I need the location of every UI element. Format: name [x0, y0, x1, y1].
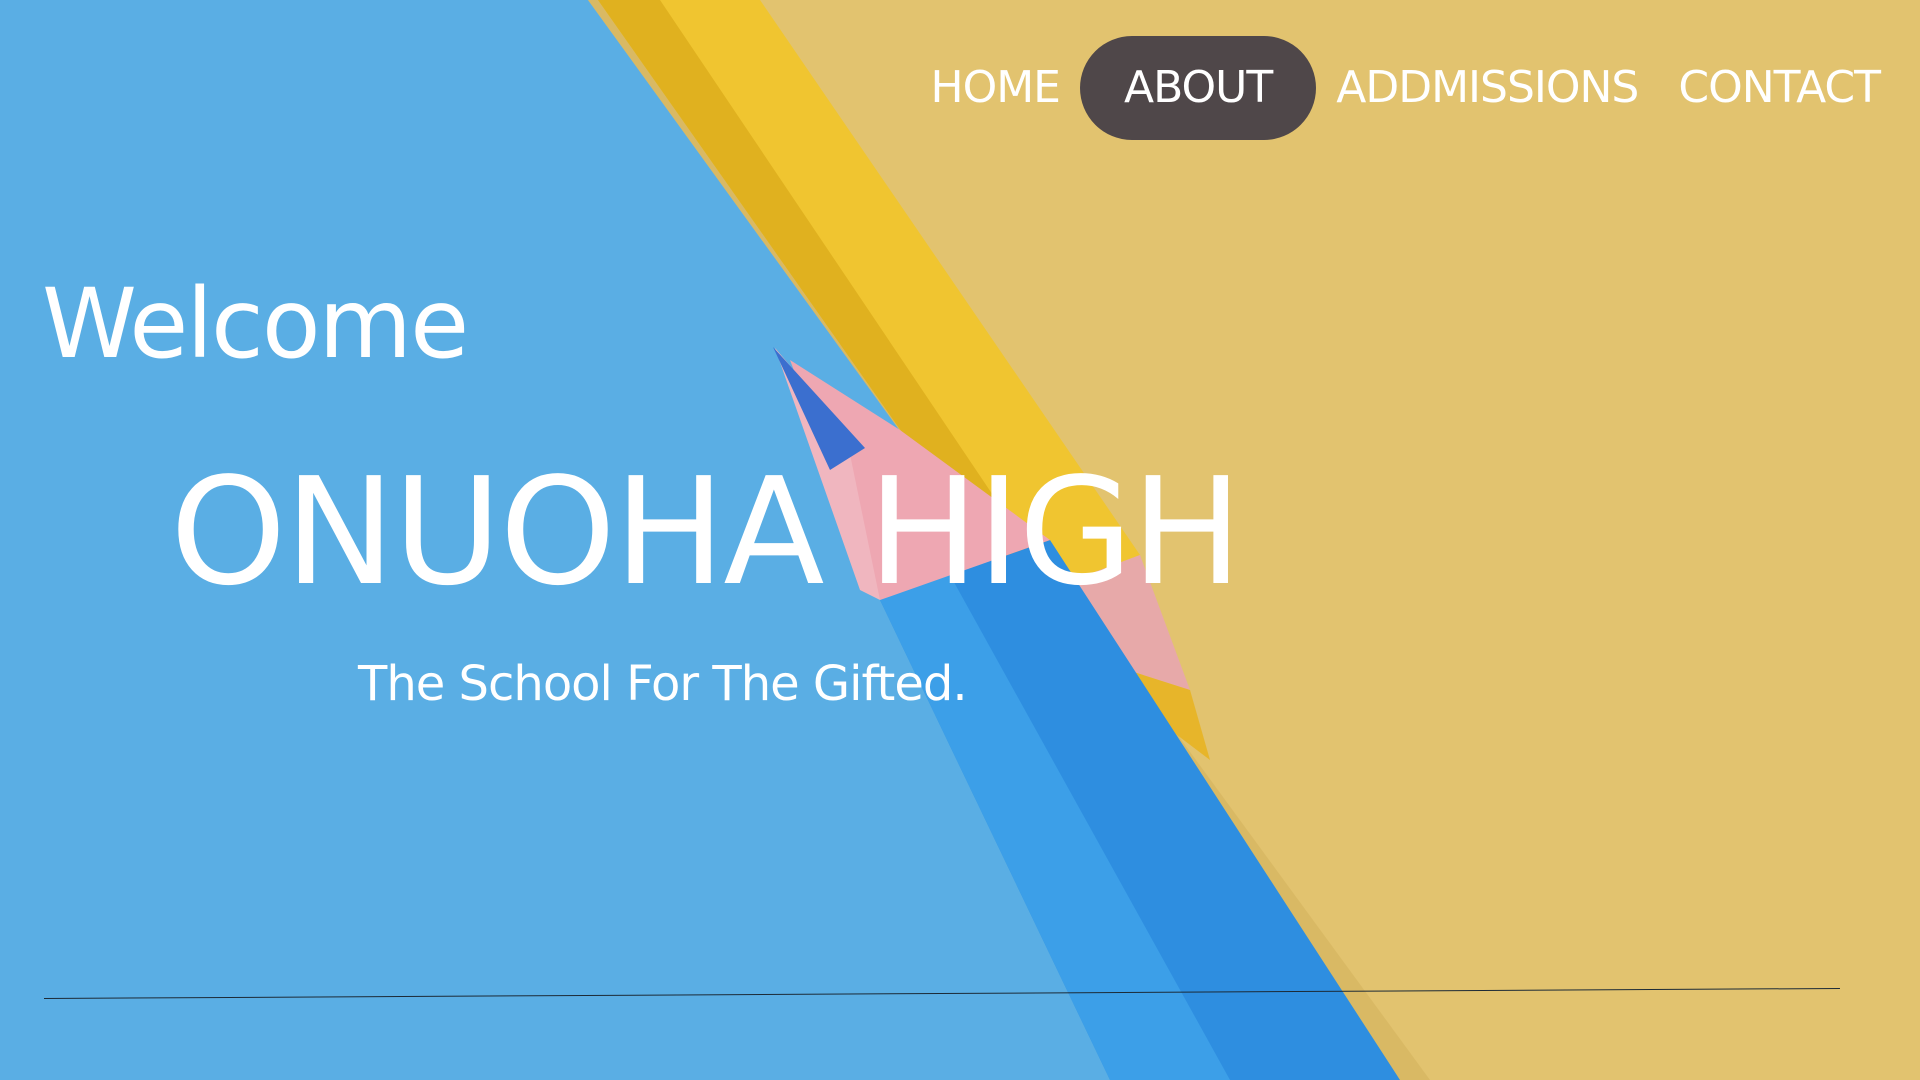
nav-admissions-link[interactable]: ADDMISSIONS [1316, 36, 1658, 140]
main-nav: HOME ABOUT ADDMISSIONS CONTACT [911, 36, 1901, 140]
nav-contact-link[interactable]: CONTACT [1658, 36, 1900, 140]
school-title: ONUOHA HIGH [170, 446, 1243, 618]
school-tagline: The School For The Gifted. [358, 656, 968, 712]
nav-about-link[interactable]: ABOUT [1079, 36, 1317, 140]
nav-home-link[interactable]: HOME [911, 36, 1080, 140]
hero-section: HOME ABOUT ADDMISSIONS CONTACT Welcome O… [0, 0, 1920, 1080]
welcome-heading: Welcome [42, 268, 469, 380]
